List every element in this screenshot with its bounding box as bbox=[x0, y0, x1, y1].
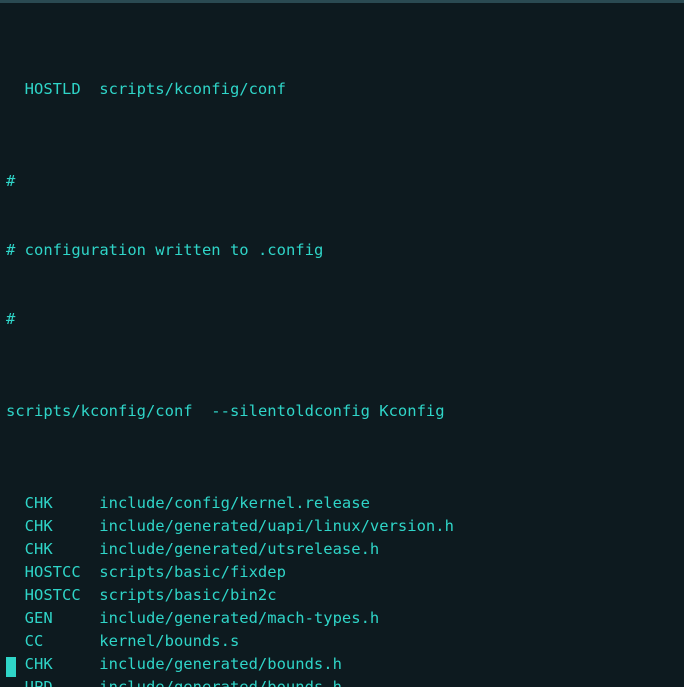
terminal-cursor bbox=[6, 657, 16, 677]
build-line: CHKinclude/generated/utsrelease.h bbox=[6, 538, 678, 561]
build-path: include/generated/utsrelease.h bbox=[99, 538, 379, 561]
build-line: GENinclude/generated/mach-types.h bbox=[6, 607, 678, 630]
build-path: include/generated/bounds.h bbox=[99, 676, 342, 687]
build-line: CHKinclude/config/kernel.release bbox=[6, 492, 678, 515]
build-path: scripts/basic/bin2c bbox=[99, 584, 276, 607]
build-tag: HOSTLD bbox=[6, 78, 99, 101]
build-path: scripts/kconfig/conf bbox=[99, 78, 286, 101]
build-tag: CHK bbox=[6, 653, 99, 676]
build-path: scripts/basic/fixdep bbox=[99, 561, 286, 584]
build-tag: CHK bbox=[6, 492, 99, 515]
build-line: CCkernel/bounds.s bbox=[6, 630, 678, 653]
conf-invocation-line: scripts/kconfig/conf --silentoldconfig K… bbox=[6, 400, 678, 423]
build-tag: CHK bbox=[6, 515, 99, 538]
build-path: include/config/kernel.release bbox=[99, 492, 370, 515]
terminal-output[interactable]: HOSTLDscripts/kconfig/conf # # configura… bbox=[0, 0, 684, 687]
build-tag: GEN bbox=[6, 607, 99, 630]
build-path: kernel/bounds.s bbox=[99, 630, 239, 653]
comment-line: # bbox=[6, 170, 678, 193]
build-tag: CC bbox=[6, 630, 99, 653]
build-path: include/generated/bounds.h bbox=[99, 653, 342, 676]
build-line: HOSTLDscripts/kconfig/conf bbox=[6, 78, 678, 101]
build-path: include/generated/mach-types.h bbox=[99, 607, 379, 630]
build-path: include/generated/uapi/linux/version.h bbox=[99, 515, 454, 538]
build-line: HOSTCCscripts/basic/bin2c bbox=[6, 584, 678, 607]
build-rows: CHKinclude/config/kernel.releaseCHKinclu… bbox=[6, 492, 678, 687]
comment-line: # bbox=[6, 308, 678, 331]
build-tag: HOSTCC bbox=[6, 561, 99, 584]
comment-line: # configuration written to .config bbox=[6, 239, 678, 262]
build-tag: CHK bbox=[6, 538, 99, 561]
build-line: CHKinclude/generated/uapi/linux/version.… bbox=[6, 515, 678, 538]
build-tag: HOSTCC bbox=[6, 584, 99, 607]
build-line: CHKinclude/generated/bounds.h bbox=[6, 653, 678, 676]
build-line: UPDinclude/generated/bounds.h bbox=[6, 676, 678, 687]
build-tag: UPD bbox=[6, 676, 99, 687]
build-line: HOSTCCscripts/basic/fixdep bbox=[6, 561, 678, 584]
